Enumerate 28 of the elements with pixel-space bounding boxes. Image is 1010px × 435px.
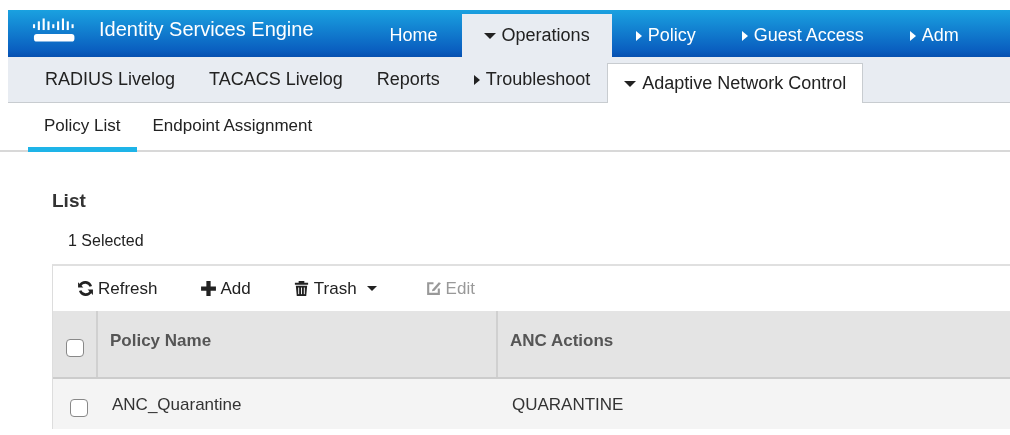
row-checkbox[interactable] xyxy=(69,399,88,417)
table-cell-text: QUARANTINE xyxy=(511,394,625,416)
trash-icon xyxy=(292,280,310,297)
table-cell-text: ANC_Quarantine xyxy=(111,394,243,416)
refresh-icon xyxy=(77,280,94,297)
app-title: Identity Services Engine xyxy=(99,18,314,41)
subnav-tab[interactable]: Reports xyxy=(359,57,457,102)
select-all-checkbox[interactable] xyxy=(65,339,84,357)
nav-tab[interactable]: Guest Access xyxy=(719,10,886,57)
nav-tab[interactable]: Policy xyxy=(613,10,718,57)
nav-tab[interactable]: Adm xyxy=(887,10,981,57)
column-header[interactable]: Policy Name xyxy=(98,311,498,377)
edit-icon xyxy=(424,280,442,297)
tab[interactable]: Endpoint Assignment xyxy=(136,103,329,152)
plus-icon xyxy=(199,280,217,297)
subnav-tab[interactable]: Troubleshoot xyxy=(456,57,608,102)
subnav-tab[interactable]: TACACS Livelog xyxy=(192,57,360,102)
subnav-tab[interactable]: RADIUS Livelog xyxy=(28,57,193,102)
nav-tab[interactable]: Home xyxy=(367,10,460,57)
refresh-button[interactable]: Refresh xyxy=(71,274,164,303)
trash-button[interactable]: Trash xyxy=(286,274,389,303)
subnav-tab[interactable]: Adaptive Network Control xyxy=(607,63,864,103)
add-button[interactable]: Add xyxy=(193,274,257,303)
tab[interactable]: Policy List xyxy=(28,103,137,152)
section-heading: List xyxy=(52,190,87,212)
column-header[interactable]: ANC Actions xyxy=(498,311,1010,377)
nav-tab[interactable]: Operations xyxy=(461,14,612,57)
selection-count: 1 Selected xyxy=(68,232,145,250)
